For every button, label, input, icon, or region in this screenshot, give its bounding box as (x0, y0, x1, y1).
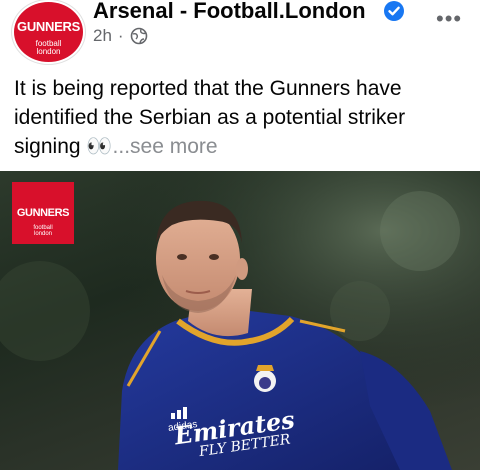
globe-icon[interactable] (130, 27, 148, 45)
post-meta: 2h · (93, 26, 148, 46)
post-timestamp[interactable]: 2h (93, 26, 112, 46)
post-header: GUNNERS football london Arsenal - Footba… (0, 0, 480, 68)
see-more-link[interactable]: ...see more (113, 135, 218, 158)
post-text: It is being reported that the Gunners ha… (14, 74, 474, 161)
verified-badge-icon (384, 1, 404, 21)
photo-watermark-badge: GUNNERS football london (12, 182, 74, 244)
post-photo[interactable]: GUNNERS football london Emirates FLY BET… (0, 171, 480, 470)
avatar-logo-text: GUNNERS (17, 19, 80, 34)
photo-badge-subtext: football london (33, 225, 53, 237)
page-avatar[interactable]: GUNNERS football london (12, 0, 85, 64)
avatar-logo-subtext: football london (35, 39, 62, 56)
photo-badge-text: GUNNERS (16, 207, 70, 219)
meta-separator: · (117, 26, 124, 45)
more-options-icon[interactable]: ••• (436, 6, 462, 32)
page-name-link[interactable]: Arsenal - Football.London (93, 0, 366, 24)
